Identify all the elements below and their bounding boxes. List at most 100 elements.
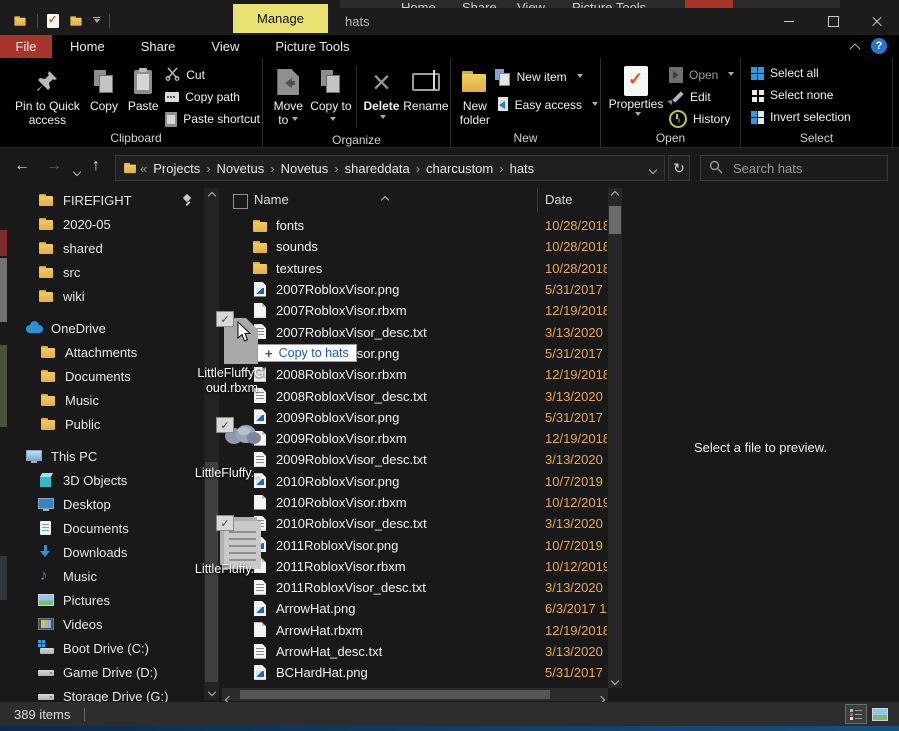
file-row[interactable]: 2010RobloxVisor_desc.txt3/13/2020 8 — [222, 513, 608, 534]
breadcrumb-overflow-icon[interactable]: « — [138, 161, 149, 176]
qat-properties-icon[interactable]: ✓ — [47, 14, 59, 28]
sidebar-item-this-pc[interactable]: This PC — [10, 444, 203, 468]
scroll-up-arrow[interactable] — [608, 192, 622, 198]
up-button[interactable]: ↑ — [92, 157, 100, 175]
sidebar-item-downloads[interactable]: Downloads — [10, 540, 203, 564]
tab-share[interactable]: Share — [123, 35, 194, 58]
breadcrumb-segment-current[interactable]: hats — [506, 161, 539, 176]
open-button[interactable]: Open — [667, 64, 736, 86]
file-row[interactable]: textures10/28/2018 — [222, 258, 608, 279]
file-row[interactable]: 2007RobloxVisor_desc.txt3/13/2020 8 — [222, 321, 608, 342]
address-dropdown-button[interactable] — [650, 161, 656, 176]
file-row[interactable]: 2008RobloxVisor_desc.txt3/13/2020 8 — [222, 385, 608, 406]
breadcrumb-segment[interactable]: shareddata — [341, 161, 414, 176]
file-row[interactable]: 2009RobloxVisor.rbxm12/19/2018 — [222, 428, 608, 449]
pin-to-quick-access-button[interactable]: Pin to Quick access — [10, 62, 85, 127]
edit-button[interactable]: Edit — [667, 86, 736, 108]
file-row[interactable]: 2009RobloxVisor_desc.txt3/13/2020 8 — [222, 449, 608, 470]
paste-shortcut-button[interactable]: Paste shortcut — [163, 108, 262, 130]
copy-to-button[interactable]: Copy to — [310, 62, 353, 127]
minimize-button[interactable] — [767, 8, 811, 35]
refresh-button[interactable]: ↻ — [668, 155, 690, 181]
scroll-down-arrow[interactable] — [608, 678, 622, 684]
sidebar-item-pictures[interactable]: Pictures — [10, 588, 203, 612]
maximize-button[interactable] — [811, 8, 855, 35]
column-divider[interactable] — [537, 188, 538, 212]
scrollbar-thumb[interactable] — [609, 206, 621, 234]
sidebar-item-music[interactable]: Music — [10, 388, 203, 412]
move-to-button[interactable]: Move to — [267, 62, 310, 127]
breadcrumb-segment[interactable]: Projects — [149, 161, 204, 176]
sidebar-item-attachments[interactable]: Attachments — [10, 340, 203, 364]
file-row[interactable]: 2009RobloxVisor.png5/31/2017 7 — [222, 407, 608, 428]
sidebar-item-wiki[interactable]: wiki — [10, 284, 203, 308]
breadcrumb-separator[interactable]: › — [332, 161, 340, 176]
file-list-scrollbar[interactable] — [608, 188, 622, 688]
history-button[interactable]: History — [667, 108, 736, 130]
sidebar-item-3d-objects[interactable]: 3D Objects — [10, 468, 203, 492]
close-button[interactable] — [855, 8, 899, 35]
file-row[interactable]: 2011RobloxVisor.rbxm10/12/2019 — [222, 556, 608, 577]
scroll-up-arrow[interactable] — [204, 193, 219, 199]
sidebar-item-storage-drive-g-[interactable]: Storage Drive (G:) — [10, 684, 203, 702]
forward-button[interactable]: → — [46, 157, 62, 175]
new-folder-button[interactable]: New folder — [457, 62, 493, 127]
file-row[interactable]: fonts10/28/2018 — [222, 215, 608, 236]
sidebar-item-documents[interactable]: Documents — [10, 516, 203, 540]
sidebar-item-boot-drive-c-[interactable]: Boot Drive (C:) — [10, 636, 203, 660]
select-all-button[interactable]: Select all — [749, 62, 821, 84]
select-all-checkbox[interactable] — [233, 194, 248, 209]
cut-button[interactable]: Cut — [163, 64, 262, 86]
breadcrumb-segment[interactable]: Novetus — [213, 161, 269, 176]
breadcrumb-separator[interactable]: › — [497, 161, 505, 176]
breadcrumb-separator[interactable]: › — [204, 161, 212, 176]
scroll-down-arrow[interactable] — [204, 689, 219, 695]
sidebar-item-onedrive[interactable]: OneDrive — [10, 316, 203, 340]
sidebar-item-firefight[interactable]: FIREFIGHT — [10, 188, 203, 212]
file-row[interactable]: 2010RobloxVisor.rbxm10/12/2019 — [222, 492, 608, 513]
new-item-button[interactable]: New item — [493, 66, 600, 88]
search-input[interactable] — [731, 160, 865, 177]
file-row[interactable]: BCHardHat.png5/31/2017 7 — [222, 662, 608, 683]
file-row[interactable]: ArrowHat.png6/3/2017 11 — [222, 598, 608, 619]
invert-selection-button[interactable]: Invert selection — [749, 106, 853, 128]
sidebar-item-src[interactable]: src — [10, 260, 203, 284]
large-icons-view-button[interactable] — [869, 704, 891, 724]
file-row[interactable]: ArrowHat.rbxm12/19/2018 — [222, 620, 608, 641]
qat-dropdown-icon[interactable] — [93, 17, 100, 26]
tab-picture-tools[interactable]: Picture Tools — [257, 35, 367, 58]
rename-button[interactable]: Rename — [402, 62, 450, 113]
copy-path-button[interactable]: Copy path — [163, 86, 262, 108]
tab-view[interactable]: View — [193, 35, 257, 58]
paste-button[interactable]: Paste — [123, 62, 163, 113]
breadcrumb-separator[interactable]: › — [414, 161, 422, 176]
sidebar-scrollbar[interactable] — [204, 188, 219, 700]
file-row[interactable]: 2007RobloxVisor.rbxm12/19/2018 — [222, 300, 608, 321]
easy-access-button[interactable]: Easy access — [493, 94, 600, 116]
file-row[interactable]: ArrowHat_desc.txt3/13/2020 8 — [222, 641, 608, 662]
qat-new-folder-icon[interactable] — [70, 15, 83, 28]
help-button[interactable]: ? — [871, 38, 887, 54]
file-row[interactable]: 2007RobloxVisor.png5/31/2017 7 — [222, 279, 608, 300]
select-none-button[interactable]: Select none — [749, 84, 835, 106]
breadcrumb-segment[interactable]: Novetus — [277, 161, 333, 176]
column-header-date[interactable]: Date — [545, 192, 572, 207]
recent-locations-button[interactable] — [74, 163, 80, 178]
manage-ribbon-tab[interactable]: Manage — [233, 4, 328, 33]
breadcrumb[interactable]: « Projects › Novetus › Novetus › sharedd… — [115, 155, 665, 181]
tab-file[interactable]: File — [0, 35, 52, 58]
breadcrumb-segment[interactable]: charcustom — [422, 161, 497, 176]
sidebar-item-music[interactable]: Music — [10, 564, 203, 588]
scrollbar-thumb[interactable] — [240, 690, 550, 699]
horizontal-scrollbar[interactable] — [222, 688, 608, 701]
tab-home[interactable]: Home — [52, 35, 123, 58]
file-row[interactable]: sounds10/28/2018 — [222, 236, 608, 257]
file-row[interactable]: 2011RobloxVisor_desc.txt3/13/2020 8 — [222, 577, 608, 598]
copy-button[interactable]: Copy — [85, 62, 123, 113]
qat-folder-icon[interactable] — [14, 15, 27, 28]
column-header-name[interactable]: Name — [254, 192, 289, 207]
sidebar-item-desktop[interactable]: Desktop — [10, 492, 203, 516]
back-button[interactable]: ← — [14, 157, 30, 175]
file-row[interactable]: 2010RobloxVisor.png10/7/2019 3 — [222, 471, 608, 492]
sidebar-item-2020-05[interactable]: 2020-05 — [10, 212, 203, 236]
